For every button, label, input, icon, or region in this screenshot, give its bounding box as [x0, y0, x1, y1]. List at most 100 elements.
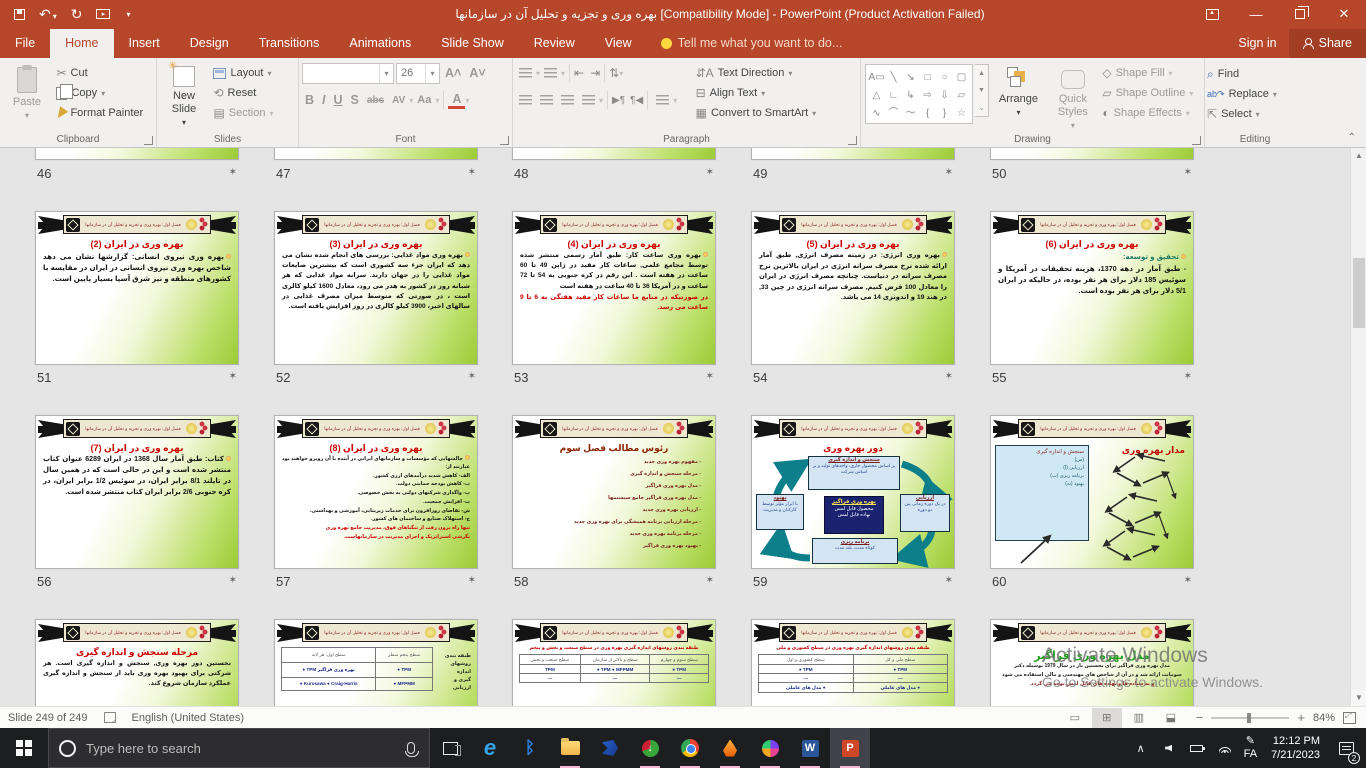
tab-animations[interactable]: Animations	[334, 29, 426, 58]
task-view-button[interactable]	[430, 728, 470, 768]
battery-icon[interactable]	[1184, 728, 1210, 768]
tab-review[interactable]: Review	[519, 29, 590, 58]
reading-view-button[interactable]: ▥	[1124, 708, 1154, 728]
slide-thumbnail-59[interactable]: فصل اول: بهره وری و تجزیه و تحلیل آن در …	[751, 415, 955, 569]
shape-fill-button[interactable]: ◇Shape Fill▾	[1102, 65, 1193, 81]
paragraph-dialog-launcher[interactable]	[848, 136, 857, 145]
vertical-scrollbar[interactable]: ▲ ▼	[1350, 148, 1366, 706]
character-spacing-button[interactable]: AV	[388, 95, 409, 106]
select-button[interactable]: ⇱Select▾	[1207, 106, 1277, 122]
taskbar-bluetooth[interactable]: ᛒ	[510, 728, 550, 768]
new-slide-button[interactable]: New Slide▾	[161, 63, 207, 129]
change-case-button[interactable]: Aa	[413, 94, 435, 106]
taskbar-flame-app[interactable]	[710, 728, 750, 768]
collapse-ribbon-icon[interactable]: ⌃	[1348, 132, 1356, 143]
convert-smartart-button[interactable]: ▦Convert to SmartArt▾	[696, 105, 817, 121]
start-slideshow-icon[interactable]: ▸	[96, 9, 110, 19]
shrink-font-icon[interactable]: A˅	[465, 66, 489, 80]
tab-home[interactable]: Home	[50, 29, 113, 58]
taskbar-file-explorer[interactable]	[550, 728, 590, 768]
slide-thumbnail-62[interactable]: فصل اول: بهره وری و تجزیه و تحلیل آن در …	[274, 619, 478, 706]
start-button[interactable]	[0, 728, 48, 768]
underline-button[interactable]: U	[330, 93, 347, 107]
scrollbar-thumb[interactable]	[1353, 258, 1365, 328]
tray-chevron-icon[interactable]: ∧	[1128, 728, 1154, 768]
shape-effects-button[interactable]: ◐Shape Effects▾	[1102, 105, 1193, 121]
slide-thumbnail-64[interactable]: فصل اول: بهره وری و تجزیه و تحلیل آن در …	[751, 619, 955, 706]
italic-button[interactable]: I	[318, 93, 329, 107]
slide-thumbnail-52[interactable]: فصل اول: بهره وری و تجزیه و تحلیل آن در …	[274, 211, 478, 365]
slide-thumbnail-partial[interactable]	[751, 148, 955, 160]
slide-thumbnail-58[interactable]: فصل اول: بهره وری و تجزیه و تحلیل آن در …	[512, 415, 716, 569]
share-button[interactable]: Share	[1289, 29, 1366, 58]
zoom-in-icon[interactable]: +	[1297, 710, 1305, 725]
columns-icon[interactable]	[656, 95, 669, 105]
tab-view[interactable]: View	[590, 29, 647, 58]
align-text-button[interactable]: ⊟Align Text▾	[696, 85, 817, 101]
slide-thumbnail-partial[interactable]	[512, 148, 716, 160]
zoom-slider[interactable]	[1211, 717, 1289, 719]
rtl-direction-icon[interactable]: ¶◀	[630, 95, 643, 106]
slide-sorter-area[interactable]: 46✶47✶48✶49✶50✶فصل اول: بهره وری و تجزیه…	[0, 148, 1350, 706]
bold-button[interactable]: B	[301, 93, 318, 107]
font-name-combo[interactable]: ▾	[302, 63, 394, 84]
slide-thumbnail-60[interactable]: فصل اول: بهره وری و تجزیه و تحلیل آن در …	[990, 415, 1194, 569]
scroll-up-icon[interactable]: ▲	[1351, 148, 1366, 164]
taskbar-chrome[interactable]	[670, 728, 710, 768]
bullets-icon[interactable]	[519, 68, 532, 78]
drawing-dialog-launcher[interactable]	[1192, 136, 1201, 145]
section-button[interactable]: ▤Section▾	[213, 105, 273, 121]
align-left-icon[interactable]	[519, 95, 532, 105]
decrease-indent-icon[interactable]: ⇤	[574, 66, 584, 80]
language-indicator[interactable]: English (United States)	[132, 712, 245, 724]
spellcheck-icon[interactable]	[104, 712, 116, 723]
tab-insert[interactable]: Insert	[114, 29, 175, 58]
grow-font-icon[interactable]: A˄	[441, 66, 465, 80]
align-center-icon[interactable]	[540, 95, 553, 105]
zoom-level[interactable]: 84%	[1313, 712, 1335, 724]
slide-thumbnail-55[interactable]: فصل اول: بهره وری و تجزیه و تحلیل آن در …	[990, 211, 1194, 365]
slide-thumbnail-61[interactable]: فصل اول: بهره وری و تجزیه و تحلیل آن در …	[35, 619, 239, 706]
scroll-down-icon[interactable]: ▼	[1351, 690, 1366, 706]
save-icon[interactable]	[14, 9, 25, 20]
slide-thumbnail-51[interactable]: فصل اول: بهره وری و تجزیه و تحلیل آن در …	[35, 211, 239, 365]
clock[interactable]: 12:12 PM7/21/2023	[1263, 734, 1328, 762]
fit-slide-to-window-icon[interactable]	[1343, 712, 1356, 724]
font-color-button[interactable]: A	[448, 92, 465, 109]
replace-button[interactable]: ab↷Replace▾	[1207, 86, 1277, 102]
quick-styles-button[interactable]: Quick Styles▾	[1050, 66, 1096, 132]
slide-thumbnail-54[interactable]: فصل اول: بهره وری و تجزیه و تحلیل آن در …	[751, 211, 955, 365]
sign-in-button[interactable]: Sign in	[1226, 29, 1288, 58]
slide-thumbnail-53[interactable]: فصل اول: بهره وری و تجزیه و تحلیل آن در …	[512, 211, 716, 365]
cut-button[interactable]: ✂Cut	[56, 65, 143, 81]
close-button[interactable]: ✕	[1322, 0, 1366, 28]
justify-icon[interactable]	[582, 95, 595, 105]
increase-indent-icon[interactable]: ⇥	[590, 66, 600, 80]
arrange-button[interactable]: Arrange▾	[995, 63, 1041, 129]
zoom-slider-thumb[interactable]	[1247, 713, 1251, 723]
line-spacing-icon[interactable]: ⇅	[609, 66, 619, 80]
slide-show-button[interactable]: ⬓	[1156, 708, 1186, 728]
find-button[interactable]: ⌕Find	[1207, 66, 1277, 82]
paste-button[interactable]: Paste▾	[4, 63, 50, 129]
customize-quick-access-icon[interactable]: ▾	[126, 10, 130, 19]
microphone-icon[interactable]	[407, 742, 415, 754]
slide-thumbnail-partial[interactable]	[274, 148, 478, 160]
strikethrough-button[interactable]: abc	[363, 95, 388, 106]
tab-file[interactable]: File	[0, 29, 50, 58]
numbering-icon[interactable]	[544, 68, 557, 78]
reset-button[interactable]: ⟲Reset	[213, 85, 273, 101]
shapes-gallery-scroll[interactable]: ▲▼⌄	[975, 64, 989, 117]
copy-button[interactable]: Copy▾	[56, 85, 143, 101]
text-direction-button[interactable]: ⇵AText Direction▾	[696, 65, 817, 81]
shape-outline-button[interactable]: ▱Shape Outline▾	[1102, 85, 1193, 101]
format-painter-button[interactable]: Format Painter	[56, 105, 143, 121]
taskbar-idm[interactable]: ↓	[630, 728, 670, 768]
speaker-icon[interactable]	[1156, 728, 1182, 768]
normal-view-button[interactable]: ▭	[1060, 708, 1090, 728]
slide-thumbnail-partial[interactable]	[35, 148, 239, 160]
slide-thumbnail-57[interactable]: فصل اول: بهره وری و تجزیه و تحلیل آن در …	[274, 415, 478, 569]
taskbar-search[interactable]: Type here to search	[48, 728, 430, 768]
slide-thumbnail-partial[interactable]	[990, 148, 1194, 160]
ltr-direction-icon[interactable]: ▶¶	[612, 95, 625, 106]
